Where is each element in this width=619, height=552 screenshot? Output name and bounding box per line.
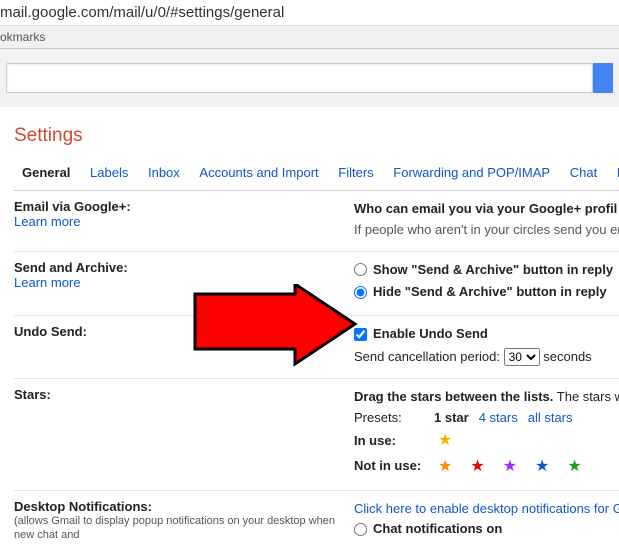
send-archive-label: Send and Archive: [14, 260, 128, 275]
tab-labels[interactable]: Labels [82, 165, 136, 186]
in-use-label: In use: [354, 431, 424, 452]
cancel-period-select[interactable]: 30 [504, 348, 540, 366]
stars-drag-note: The stars w [557, 389, 619, 404]
desktop-notifications-label: Desktop Notifications: [14, 499, 152, 514]
chat-notifications-on-label: Chat notifications on [373, 519, 502, 540]
presets-label: Presets: [354, 408, 424, 429]
row-undo-send: Undo Send: Enable Undo Send Send cancell… [14, 316, 619, 379]
learn-more-link[interactable]: Learn more [14, 275, 80, 290]
chat-notifications-on-radio[interactable] [354, 523, 367, 536]
who-can-email-label: Who can email you via your Google+ profi… [354, 201, 617, 216]
tab-general[interactable]: General [14, 165, 78, 186]
enable-desktop-notifications-link[interactable]: Click here to enable desktop notificatio… [354, 501, 619, 516]
hide-send-archive-label: Hide "Send & Archive" button in reply [373, 282, 607, 303]
show-send-archive-label: Show "Send & Archive" button in reply [373, 260, 613, 281]
bookmarks-bar[interactable]: okmarks [0, 26, 619, 49]
tab-forwarding[interactable]: Forwarding and POP/IMAP [385, 165, 558, 186]
enable-undo-send-label: Enable Undo Send [373, 324, 488, 345]
star-icon[interactable]: ★ [563, 454, 585, 480]
not-in-use-label: Not in use: [354, 456, 424, 477]
preset-4-stars[interactable]: 4 stars [479, 408, 518, 429]
preset-all-stars[interactable]: all stars [528, 408, 573, 429]
star-icon[interactable]: ★ [531, 454, 553, 480]
search-input[interactable] [6, 63, 593, 93]
row-email-via-google-plus: Email via Google+: Learn more Who can em… [14, 191, 619, 252]
row-send-and-archive: Send and Archive: Learn more Show "Send … [14, 252, 619, 317]
stars-drag-label: Drag the stars between the lists. [354, 389, 553, 404]
enable-undo-send-checkbox[interactable] [354, 328, 367, 341]
tab-accounts[interactable]: Accounts and Import [191, 165, 326, 186]
settings-tabs: General Labels Inbox Accounts and Import… [14, 165, 619, 191]
tab-chat[interactable]: Chat [562, 165, 605, 186]
preset-1-star[interactable]: 1 star [434, 408, 469, 429]
who-can-email-note: If people who aren't in your circles sen… [354, 222, 619, 237]
cancel-period-label: Send cancellation period: [354, 349, 500, 364]
search-button[interactable] [593, 63, 613, 93]
undo-send-label: Undo Send: [14, 324, 87, 339]
stars-label: Stars: [14, 387, 51, 402]
email-via-label: Email via Google+: [14, 199, 131, 214]
star-icon[interactable]: ★ [434, 454, 456, 480]
show-send-archive-radio[interactable] [354, 263, 367, 276]
cancel-period-unit: seconds [543, 349, 591, 364]
tab-more[interactable]: L [609, 165, 619, 186]
star-icon[interactable]: ★ [499, 454, 521, 480]
learn-more-link[interactable]: Learn more [14, 214, 80, 229]
tab-inbox[interactable]: Inbox [140, 165, 188, 186]
address-bar[interactable]: mail.google.com/mail/u/0/#settings/gener… [0, 0, 619, 26]
row-desktop-notifications: Desktop Notifications: (allows Gmail to … [14, 491, 619, 552]
desktop-notifications-sub: (allows Gmail to display popup notificat… [14, 514, 342, 543]
hide-send-archive-radio[interactable] [354, 286, 367, 299]
row-stars: Stars: Drag the stars between the lists.… [14, 379, 619, 491]
search-area [0, 49, 619, 107]
star-icon[interactable]: ★ [466, 454, 488, 480]
tab-filters[interactable]: Filters [330, 165, 381, 186]
page-title: Settings [14, 125, 619, 147]
star-icon[interactable]: ★ [434, 428, 456, 454]
